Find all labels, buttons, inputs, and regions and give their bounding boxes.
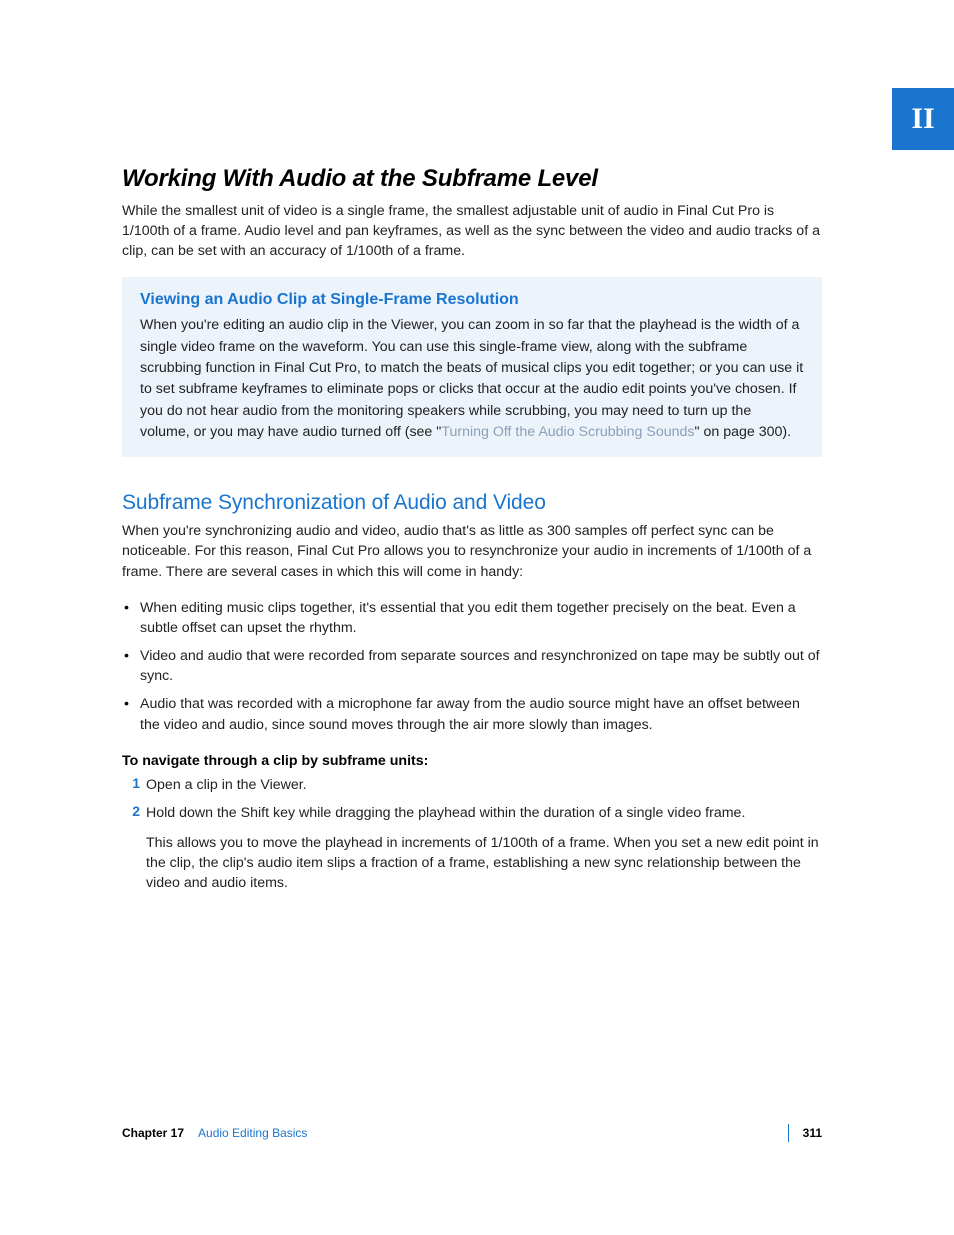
subsection-heading: Subframe Synchronization of Audio and Vi… xyxy=(122,491,822,515)
list-item: Video and audio that were recorded from … xyxy=(122,646,822,686)
box-heading: Viewing an Audio Clip at Single-Frame Re… xyxy=(140,291,804,309)
steps-heading: To navigate through a clip by subframe u… xyxy=(122,753,822,769)
page-number: 311 xyxy=(803,1126,822,1140)
step-row: 2 Hold down the Shift key while dragging… xyxy=(122,803,822,823)
footer-separator xyxy=(788,1124,789,1142)
list-item: When editing music clips together, it's … xyxy=(122,598,822,638)
bullet-list: When editing music clips together, it's … xyxy=(122,598,822,735)
subsection-intro: When you're synchronizing audio and vide… xyxy=(122,521,822,581)
chapter-title: Audio Editing Basics xyxy=(198,1126,307,1140)
part-tab: II xyxy=(892,88,954,150)
cross-reference-link[interactable]: Turning Off the Audio Scrubbing Sounds xyxy=(441,424,694,440)
chapter-label: Chapter 17 xyxy=(122,1126,184,1140)
step-text: Open a clip in the Viewer. xyxy=(146,775,307,795)
callout-box: Viewing an Audio Clip at Single-Frame Re… xyxy=(122,277,822,457)
page-content: Working With Audio at the Subframe Level… xyxy=(122,165,822,893)
box-text-before: When you're editing an audio clip in the… xyxy=(140,317,803,439)
footer-right: 311 xyxy=(774,1124,822,1142)
list-item: Audio that was recorded with a microphon… xyxy=(122,694,822,734)
box-text: When you're editing an audio clip in the… xyxy=(140,315,804,443)
step-text: Hold down the Shift key while dragging t… xyxy=(146,803,745,823)
step-number: 1 xyxy=(122,775,140,791)
box-text-after: " on page 300). xyxy=(695,424,792,440)
footer-left: Chapter 17 Audio Editing Basics xyxy=(122,1126,307,1140)
section-title: Working With Audio at the Subframe Level xyxy=(122,165,822,193)
step-follow-paragraph: This allows you to move the playhead in … xyxy=(146,833,822,893)
page-footer: Chapter 17 Audio Editing Basics 311 xyxy=(122,1124,822,1142)
intro-paragraph: While the smallest unit of video is a si… xyxy=(122,201,822,261)
step-number: 2 xyxy=(122,803,140,819)
step-row: 1 Open a clip in the Viewer. xyxy=(122,775,822,795)
